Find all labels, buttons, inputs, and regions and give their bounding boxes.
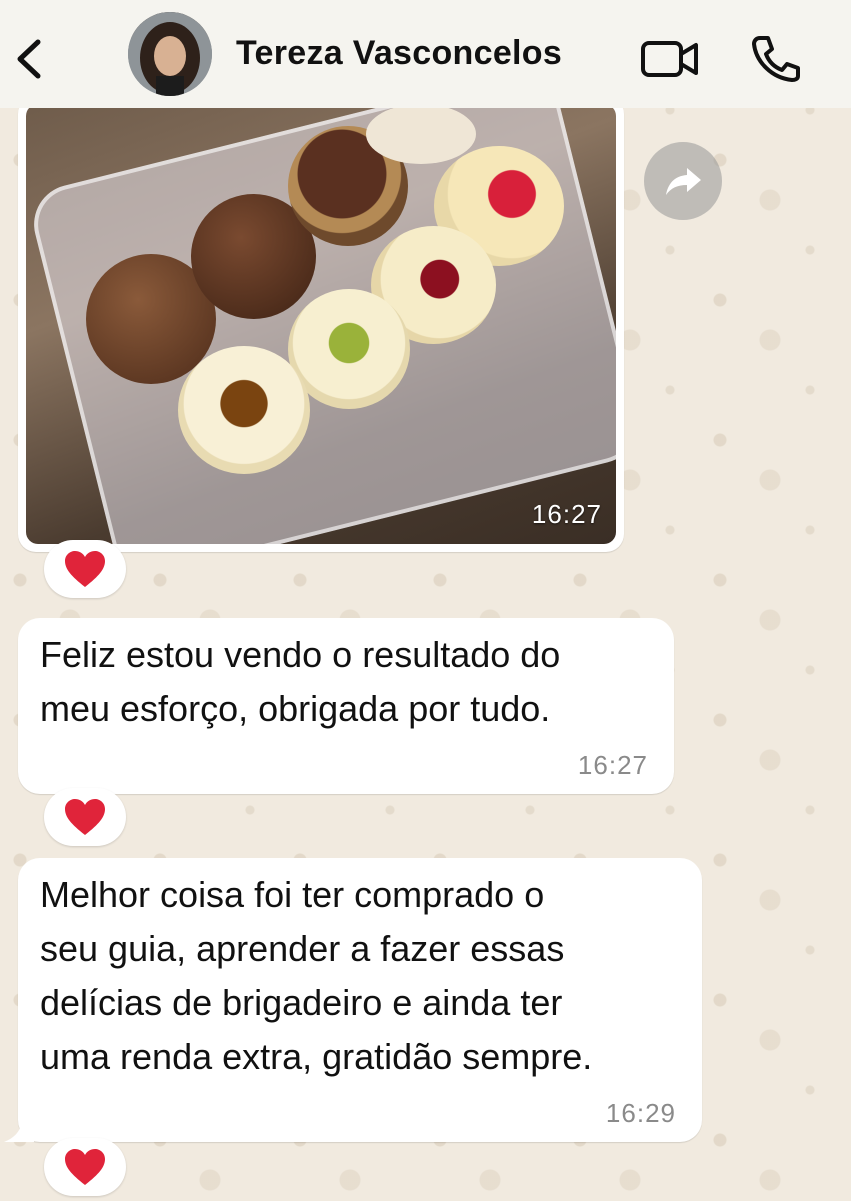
message-timestamp: 16:29 (605, 1098, 676, 1128)
message-timestamp: 16:27 (531, 499, 602, 529)
message-photo[interactable]: 16:27 (26, 104, 616, 544)
message-timestamp: 16:27 (577, 750, 648, 780)
text-message-bubble[interactable]: Feliz estou vendo o resultado do meu esf… (18, 618, 674, 794)
reaction-badge[interactable] (44, 540, 126, 598)
message-text: Melhor coisa foi ter comprado o seu guia… (40, 874, 593, 1077)
text-message-bubble[interactable]: Melhor coisa foi ter comprado o seu guia… (18, 858, 702, 1142)
phone-icon[interactable] (750, 34, 802, 82)
heart-icon (65, 1149, 105, 1185)
image-message-bubble[interactable]: 16:27 (18, 96, 624, 552)
reaction-badge[interactable] (44, 1138, 126, 1196)
heart-icon (65, 799, 105, 835)
reaction-badge[interactable] (44, 788, 126, 846)
video-camera-icon[interactable] (640, 38, 700, 80)
passion-fruit-brigadeiro (178, 346, 310, 474)
white-brigadeiro (366, 104, 476, 164)
heart-icon (65, 551, 105, 587)
contact-name[interactable]: Tereza Vasconcelos (236, 34, 562, 73)
forward-button[interactable] (644, 142, 722, 220)
chevron-left-icon[interactable] (14, 36, 44, 82)
chat-header: Tereza Vasconcelos (0, 0, 851, 108)
forward-arrow-icon (666, 168, 701, 195)
avatar[interactable] (128, 12, 212, 96)
bubble-tail (4, 1122, 34, 1142)
message-text: Feliz estou vendo o resultado do meu esf… (40, 634, 561, 729)
